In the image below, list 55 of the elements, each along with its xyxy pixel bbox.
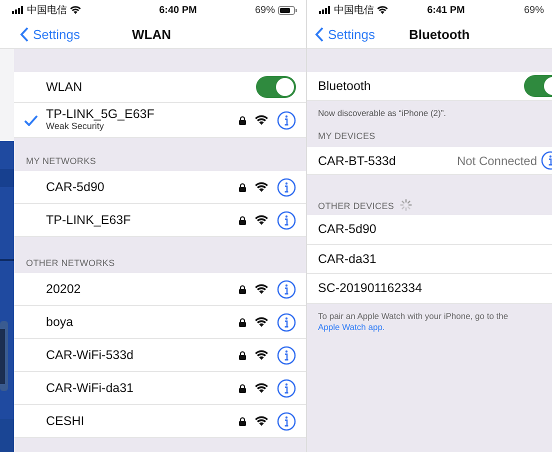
info-icon[interactable] xyxy=(277,110,296,130)
battery-percent: 69% xyxy=(254,4,275,16)
status-time: 6:40 PM xyxy=(159,4,197,16)
info-icon[interactable] xyxy=(277,178,296,196)
info-icon[interactable] xyxy=(277,346,296,364)
back-button[interactable]: Settings xyxy=(307,26,375,42)
screen-title: Bluetooth xyxy=(408,26,470,42)
section-header: OTHER DEVICES xyxy=(318,201,394,211)
lock-icon xyxy=(239,216,246,224)
signal-icon xyxy=(319,6,331,14)
lock-icon xyxy=(239,350,246,360)
lock-icon xyxy=(239,116,246,124)
device-name[interactable]: CAR-BT-533d xyxy=(318,154,457,168)
wifi-icon xyxy=(377,6,388,14)
chevron-icon xyxy=(315,26,324,42)
wifi-icon xyxy=(255,317,268,327)
wifi-icon xyxy=(255,215,268,225)
discoverable-note: Now discoverable as “iPhone (2)”. xyxy=(318,108,448,118)
carrier-name: 中国电信 xyxy=(334,4,374,17)
lock-icon xyxy=(239,318,246,326)
section-header: MY DEVICES xyxy=(318,131,376,141)
battery-percent: 69% xyxy=(524,4,544,16)
wifi-icon xyxy=(255,182,268,192)
wifi-icon xyxy=(255,284,268,294)
wifi-icon xyxy=(255,383,268,393)
back-button[interactable]: Settings xyxy=(0,26,80,42)
info-icon[interactable] xyxy=(277,210,296,230)
status-time: 6:41 PM xyxy=(427,4,465,16)
pairing-note: To pair an Apple Watch with your iPhone, go to the Apple Watch app. xyxy=(317,310,510,333)
wifi-icon xyxy=(70,6,81,14)
battery-icon xyxy=(278,6,298,14)
wlan-label: WLAN xyxy=(46,80,84,94)
carrier-name: 中国电信 xyxy=(27,4,67,17)
bluetooth-label: Bluetooth xyxy=(318,79,372,93)
info-icon[interactable] xyxy=(277,280,296,298)
info-icon[interactable] xyxy=(277,312,296,332)
wifi-icon xyxy=(255,416,268,426)
network-name[interactable]: TP-LINK_5G_E63F xyxy=(46,108,239,122)
chevron-icon xyxy=(20,26,29,42)
security-note: Weak Security xyxy=(46,122,105,132)
info-icon[interactable] xyxy=(277,412,296,430)
connection-status: Not Connected xyxy=(456,154,537,168)
section-header: MY NETWORKS xyxy=(26,156,96,166)
info-icon[interactable] xyxy=(277,378,296,398)
screen-title: WLAN xyxy=(132,26,171,42)
signal-icon xyxy=(12,6,24,14)
lock-icon xyxy=(239,284,246,294)
lock-icon xyxy=(239,182,246,192)
lock-icon xyxy=(239,416,246,426)
section-header: OTHER NETWORKS xyxy=(26,258,115,268)
bluetooth-toggle[interactable] xyxy=(524,75,552,97)
wlan-toggle[interactable] xyxy=(256,76,296,98)
wifi-icon xyxy=(255,350,268,360)
wifi-icon xyxy=(255,115,268,125)
lock-icon xyxy=(239,384,246,392)
